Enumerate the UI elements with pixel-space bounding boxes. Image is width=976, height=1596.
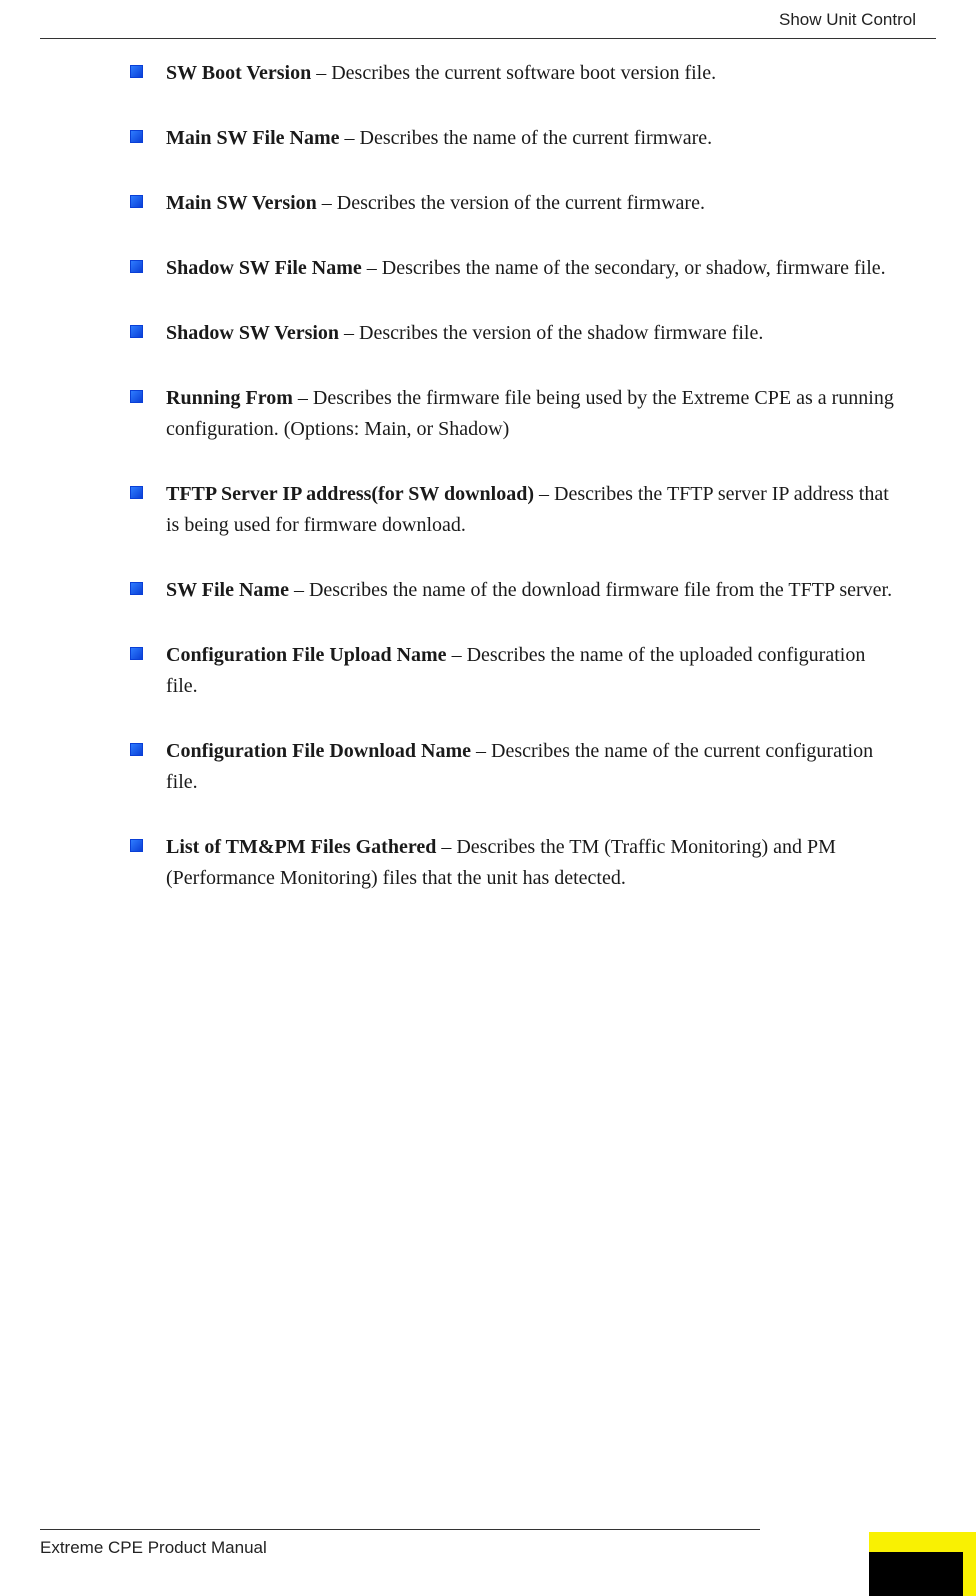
definition-term: SW File Name xyxy=(166,579,289,601)
definition-term: Configuration File Download Name xyxy=(166,740,471,762)
definition-list: SW Boot Version – Describes the current … xyxy=(130,58,896,894)
page-header-title: Show Unit Control xyxy=(779,10,916,30)
definition-term: Shadow SW File Name xyxy=(166,257,362,279)
list-item: Main SW File Name – Describes the name o… xyxy=(130,123,896,154)
square-bullet-icon xyxy=(130,325,143,338)
definition-term: TFTP Server IP address(for SW download) xyxy=(166,483,534,505)
list-item: List of TM&PM Files Gathered – Describes… xyxy=(130,832,896,894)
definition-desc: – Describes the name of the current firm… xyxy=(340,127,713,149)
square-bullet-icon xyxy=(130,195,143,208)
definition-desc: – Describes the current software boot ve… xyxy=(311,62,716,84)
definition-term: List of TM&PM Files Gathered xyxy=(166,836,436,858)
square-bullet-icon xyxy=(130,65,143,78)
square-bullet-icon xyxy=(130,647,143,660)
square-bullet-icon xyxy=(130,743,143,756)
square-bullet-icon xyxy=(130,486,143,499)
list-item: Running From – Describes the firmware fi… xyxy=(130,383,896,445)
definition-term: Shadow SW Version xyxy=(166,322,339,344)
list-item: Configuration File Upload Name – Describ… xyxy=(130,640,896,702)
list-item: Configuration File Download Name – Descr… xyxy=(130,736,896,798)
definition-desc: – Describes the version of the shadow fi… xyxy=(339,322,763,344)
definition-desc: – Describes the name of the secondary, o… xyxy=(362,257,886,279)
square-bullet-icon xyxy=(130,390,143,403)
list-item: Main SW Version – Describes the version … xyxy=(130,188,896,219)
page-corner-marker-icon xyxy=(856,1536,976,1596)
page-footer: Extreme CPE Product Manual 59 xyxy=(40,1538,936,1558)
definition-term: Main SW File Name xyxy=(166,127,340,149)
content-area: SW Boot Version – Describes the current … xyxy=(130,58,896,928)
square-bullet-icon xyxy=(130,130,143,143)
list-item: TFTP Server IP address(for SW download) … xyxy=(130,479,896,541)
definition-term: Running From xyxy=(166,387,293,409)
square-bullet-icon xyxy=(130,839,143,852)
square-bullet-icon xyxy=(130,582,143,595)
page: Show Unit Control SW Boot Version – Desc… xyxy=(0,0,976,1596)
definition-desc: – Describes the name of the download fir… xyxy=(289,579,892,601)
definition-term: Main SW Version xyxy=(166,192,317,214)
footer-divider xyxy=(40,1529,760,1530)
list-item: SW File Name – Describes the name of the… xyxy=(130,575,896,606)
footer-manual-title: Extreme CPE Product Manual xyxy=(40,1538,267,1558)
definition-term: Configuration File Upload Name xyxy=(166,644,447,666)
list-item: Shadow SW File Name – Describes the name… xyxy=(130,253,896,284)
square-bullet-icon xyxy=(130,260,143,273)
definition-desc: – Describes the version of the current f… xyxy=(317,192,705,214)
list-item: Shadow SW Version – Describes the versio… xyxy=(130,318,896,349)
definition-term: SW Boot Version xyxy=(166,62,311,84)
list-item: SW Boot Version – Describes the current … xyxy=(130,58,896,89)
header-divider xyxy=(40,38,936,39)
